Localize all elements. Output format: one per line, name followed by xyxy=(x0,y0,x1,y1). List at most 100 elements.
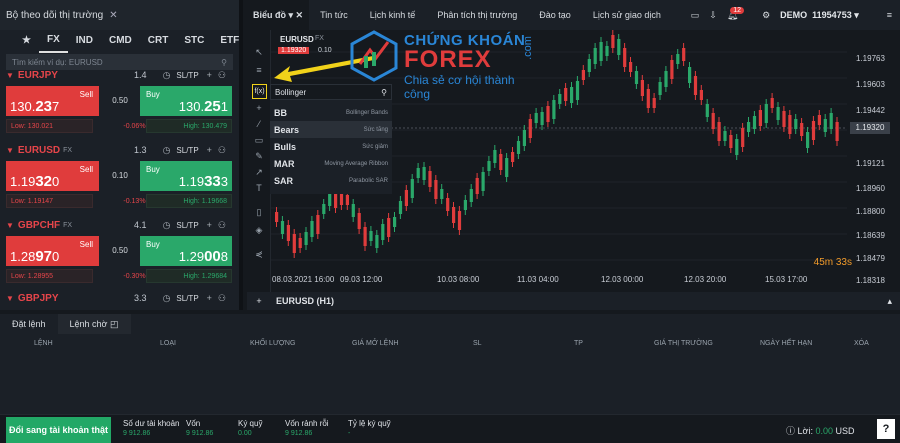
text-icon[interactable]: T xyxy=(253,182,265,194)
candle-countdown: 45m 33s xyxy=(813,257,852,268)
switch-to-real-account-button[interactable]: Đổi sang tài khoản thật xyxy=(6,417,111,443)
close-icon[interactable]: ✕ xyxy=(296,10,304,20)
clock-icon[interactable]: ◷ xyxy=(163,293,171,304)
sell-price: 1.28970 xyxy=(10,248,60,265)
sell-label: Sell xyxy=(79,90,93,99)
binoculars-icon[interactable]: ⚇ xyxy=(218,145,226,156)
settings-icon[interactable]: ⚙ xyxy=(762,10,770,21)
lines-icon[interactable]: ≡ xyxy=(253,64,265,76)
buy-button[interactable]: Buy 130.251 xyxy=(140,86,232,116)
tab-economic-calendar[interactable]: Lịch kinh tế xyxy=(359,0,427,30)
candle-body xyxy=(499,154,503,170)
candle-body xyxy=(741,128,745,147)
chart-symbol[interactable]: EURUSD xyxy=(280,35,314,44)
tab-pending-orders[interactable]: Lệnh chờ ◰ xyxy=(57,314,131,334)
sltp-label[interactable]: SL/TP xyxy=(176,221,198,230)
indicator-item-sar[interactable]: SAR Parabolic SAR xyxy=(270,172,392,189)
collapse-icon[interactable]: ▴ xyxy=(887,296,892,307)
y-tick-label: 1.19763 xyxy=(856,54,885,63)
y-tick-label: 1.18639 xyxy=(856,231,885,240)
add-icon[interactable]: + xyxy=(207,220,212,230)
tab-favorites[interactable]: ★ xyxy=(14,30,39,52)
spread-value: 0.50 xyxy=(112,96,128,105)
bell-icon[interactable]: 🔔︎12 xyxy=(727,6,752,21)
sltp-label[interactable]: SL/TP xyxy=(176,71,198,80)
x-tick-label: 10.03 08:00 xyxy=(437,275,480,284)
watchlist-panel: Bộ theo dõi thị trường ✕ ★ FX IND CMD CR… xyxy=(0,0,243,310)
sltp-label[interactable]: SL/TP xyxy=(176,146,198,155)
chevron-down-icon[interactable]: ▼ xyxy=(6,146,14,155)
instrument-header[interactable]: ▼ GBPJPY 3.3 ◷ SL/TP + ⚇ xyxy=(6,291,232,305)
candle-body xyxy=(398,201,403,214)
chevron-down-icon[interactable]: ▼ xyxy=(6,71,14,80)
candle-body xyxy=(280,221,285,234)
tab-crt[interactable]: CRT xyxy=(140,30,177,52)
instrument-card: ▼ GBPCHF FX 4.1 ◷ SL/TP + ⚇ Sell 1.28970… xyxy=(6,218,232,284)
chevron-down-icon[interactable]: ▼ xyxy=(6,294,14,303)
sltp-label[interactable]: SL/TP xyxy=(176,294,198,303)
add-icon[interactable]: + xyxy=(207,145,212,155)
y-tick-label: 1.19603 xyxy=(856,80,885,89)
buy-label: Buy xyxy=(146,240,160,249)
instrument-header[interactable]: ▼ GBPCHF FX 4.1 ◷ SL/TP + ⚇ xyxy=(6,218,232,232)
tab-news[interactable]: Tin tức xyxy=(309,0,359,30)
candle-body xyxy=(304,232,308,245)
cursor-icon[interactable]: ↖ xyxy=(253,46,265,58)
tab-ind[interactable]: IND xyxy=(68,30,101,52)
col-expiry: NGÀY HẾT HẠN xyxy=(760,340,813,347)
candle-body xyxy=(658,82,662,95)
tab-open-orders[interactable]: Đặt lệnh xyxy=(0,314,58,334)
instrument-header[interactable]: ▼ EURUSD FX 1.3 ◷ SL/TP + ⚇ xyxy=(6,143,232,157)
close-icon[interactable]: ✕ xyxy=(109,10,117,21)
tab-education[interactable]: Đào tạo xyxy=(528,0,582,30)
chevron-down-icon[interactable]: ▼ xyxy=(6,221,14,230)
trendline-icon[interactable]: ⁄ xyxy=(253,118,265,130)
sell-button[interactable]: Sell 1.28970 xyxy=(6,236,99,266)
add-icon[interactable]: + xyxy=(207,70,212,80)
tab-etf[interactable]: ETF xyxy=(212,30,247,52)
add-chart-icon[interactable]: + xyxy=(247,296,271,306)
indicator-item-mar[interactable]: MAR Moving Average Ribbon xyxy=(270,155,392,172)
chart-type-icon[interactable]: ▯ xyxy=(253,206,265,218)
layers-icon[interactable]: ◈ xyxy=(253,224,265,236)
buy-button[interactable]: Buy 1.19333 xyxy=(140,161,232,191)
layout-icon[interactable]: ▭ xyxy=(691,10,700,21)
binoculars-icon[interactable]: ⚇ xyxy=(218,293,226,304)
account-selector[interactable]: DEMO 11954753 ▾ xyxy=(780,10,859,21)
sell-button[interactable]: Sell 130.237 xyxy=(6,86,99,116)
tab-cmd[interactable]: CMD xyxy=(101,30,140,52)
tab-fx[interactable]: FX xyxy=(38,29,68,53)
candle-body xyxy=(558,94,562,104)
crosshair-icon[interactable]: + xyxy=(253,102,265,114)
tab-stc[interactable]: STC xyxy=(176,30,212,52)
arrow-icon[interactable]: ↗ xyxy=(253,166,265,178)
clock-icon[interactable]: ◷ xyxy=(163,70,171,81)
clock-icon[interactable]: ◷ xyxy=(163,145,171,156)
sell-button[interactable]: Sell 1.19320 xyxy=(6,161,99,191)
tab-chart[interactable]: Biểu đồ ▾ ✕ xyxy=(247,0,310,30)
add-icon[interactable]: + xyxy=(207,293,212,303)
high-value: High: 130.479 xyxy=(145,119,232,133)
help-button[interactable]: ? xyxy=(877,419,895,439)
binoculars-icon[interactable]: ⚇ xyxy=(218,70,226,81)
buy-button[interactable]: Buy 1.29008 xyxy=(140,236,232,266)
pencil-icon[interactable]: ✎ xyxy=(253,150,265,162)
candle-body xyxy=(434,180,438,199)
clock-icon[interactable]: ◷ xyxy=(163,220,171,231)
indicator-item-bb[interactable]: BB Bollinger Bands xyxy=(270,104,392,121)
candle-body xyxy=(806,132,810,148)
indicator-item-bulls[interactable]: Bulls Sức giảm xyxy=(270,138,392,155)
candle-body xyxy=(729,135,733,148)
binoculars-icon[interactable]: ⚇ xyxy=(218,220,226,231)
popout-icon[interactable]: ◰ xyxy=(110,319,119,329)
rectangle-icon[interactable]: ▭ xyxy=(253,134,265,146)
indicators-button[interactable]: f(x) xyxy=(252,84,267,99)
download-icon[interactable]: ⇩ xyxy=(709,10,717,21)
menu-icon[interactable]: ≡ xyxy=(887,10,892,20)
candle-body xyxy=(475,178,479,194)
tab-trade-history[interactable]: Lịch sử giao dịch xyxy=(582,0,672,30)
indicator-item-bears[interactable]: Bears Sức tăng xyxy=(270,121,392,138)
share-icon[interactable]: ⋞ xyxy=(253,248,265,260)
tab-market-analysis[interactable]: Phân tích thị trường xyxy=(426,0,528,30)
instrument-header[interactable]: ▼ EURJPY 1.4 ◷ SL/TP + ⚇ xyxy=(6,68,232,82)
